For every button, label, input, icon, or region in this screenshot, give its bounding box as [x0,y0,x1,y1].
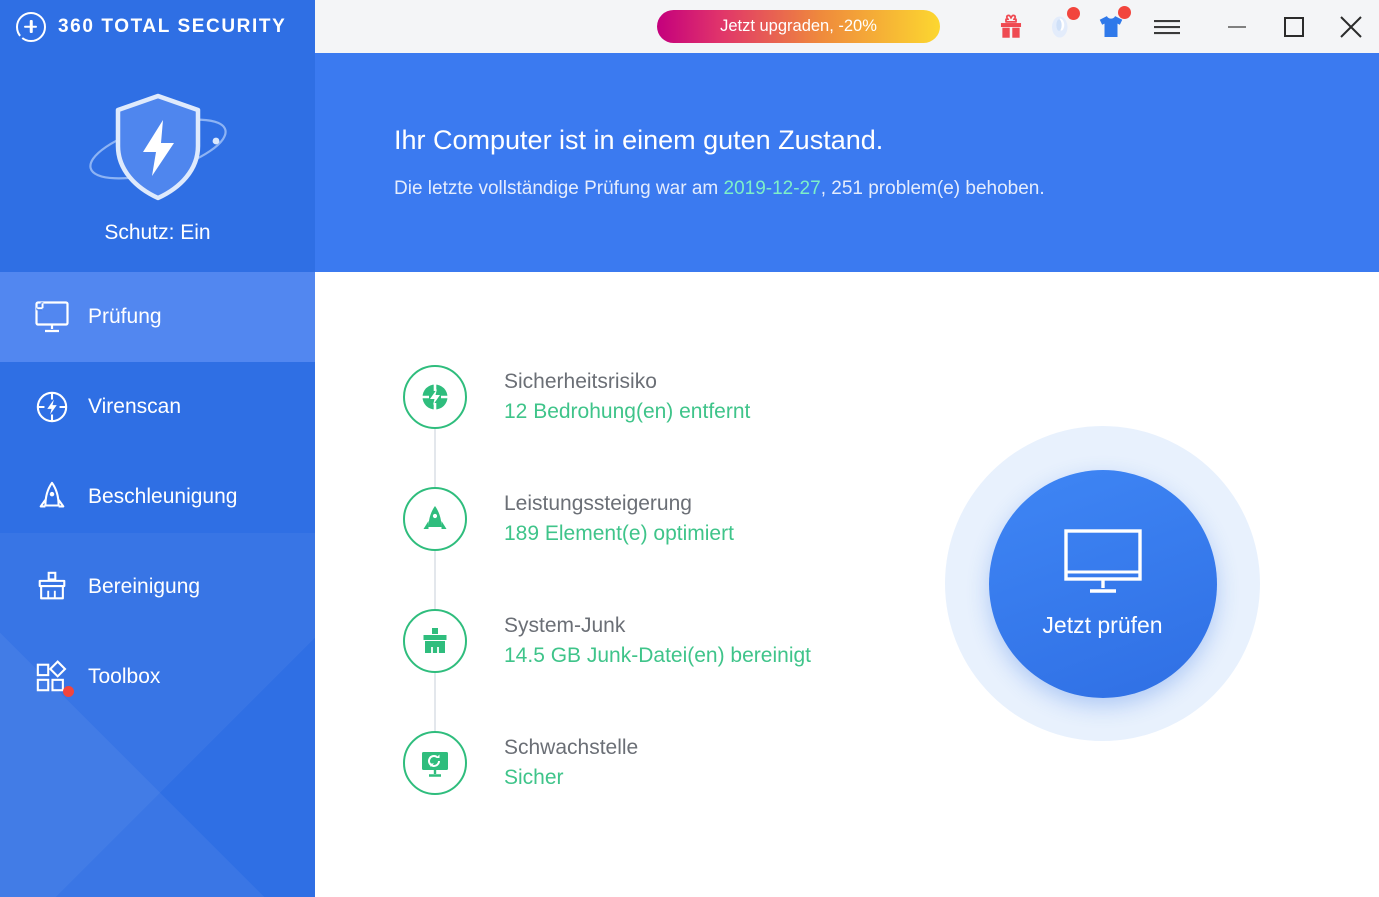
status-icon-circle [403,731,467,795]
sidebar-item-label: Virenscan [88,395,182,418]
status-value: 14.5 GB Junk-Datei(en) bereinigt [504,644,811,667]
banner-sub-before: Die letzte vollständige Prüfung war am [394,178,724,199]
monitor-icon [34,300,74,334]
maximize-button[interactable] [1265,0,1322,53]
rocket-icon [34,480,74,514]
status-text-block: Schwachstelle Sicher [504,731,638,790]
upgrade-button[interactable]: Jetzt upgraden, -20% [657,10,940,43]
sidebar-item-label: Bereinigung [88,575,201,598]
banner-title: Ihr Computer ist in einem guten Zustand. [394,125,884,155]
banner-last-scan-date: 2019-12-27 [723,178,821,199]
sidebar-item-bereinigung[interactable]: Bereinigung [0,542,315,632]
status-title: Leistungssteigerung [504,492,692,515]
status-text-block: System-Junk 14.5 GB Junk-Datei(en) berei… [504,609,811,668]
notification-badge [1118,6,1131,19]
title-bar-right: Jetzt upgraden, -20% [315,0,1379,53]
maximize-icon [1283,16,1304,37]
title-bar: 360 TOTAL SECURITY Jetzt upgraden, -20% [0,0,1379,53]
scan-button-halo: Jetzt prüfen [945,426,1260,741]
status-item-schwachstelle: Schwachstelle Sicher [403,731,811,795]
hamburger-menu-icon[interactable] [1144,0,1190,53]
minimize-button[interactable] [1208,0,1265,53]
broom-icon [34,570,74,604]
brand-logo: 360 TOTAL SECURITY [0,0,315,53]
status-item-sicherheitsrisiko: Sicherheitsrisiko 12 Bedrohung(en) entfe… [403,365,811,487]
status-icon-circle [403,609,467,673]
status-icon-circle [403,365,467,429]
app-window: 360 TOTAL SECURITY Jetzt upgraden, -20% [0,0,1379,897]
speed-gauge-icon[interactable] [1038,0,1084,53]
status-title: Schwachstelle [504,736,639,759]
hamburger-menu-icon-glyph [1154,19,1180,34]
minimize-icon [1227,25,1246,28]
shield-scan-icon [422,384,448,410]
close-icon [1339,15,1362,38]
monitor-refresh-icon [422,752,448,777]
notification-badge [1067,7,1080,20]
sidebar-item-label: Prüfung [88,305,162,328]
shield-lightning-orbit-icon [88,93,227,201]
sidebar-nav: Prüfung Virenscan Beschleunigung Bereini… [0,272,315,722]
status-title: Sicherheitsrisiko [504,370,657,393]
timeline-connector [434,673,436,731]
timeline-connector [434,429,436,487]
protection-status-label: Schutz: Ein [104,221,211,244]
protection-status-block: Schutz: Ein [0,53,315,272]
sidebar-item-label: Beschleunigung [88,485,238,508]
status-value: Sicher [504,766,564,789]
status-value: 189 Element(e) optimiert [504,522,734,545]
gift-icon-glyph [1000,14,1022,38]
broom-icon [423,628,447,653]
status-text-block: Sicherheitsrisiko 12 Bedrohung(en) entfe… [504,365,750,424]
brand-name: 360 TOTAL SECURITY [58,15,287,37]
sidebar-item-virenscan[interactable]: Virenscan [0,362,315,452]
banner-sub-after: , 251 problem(e) behoben. [820,178,1045,199]
status-value: 12 Bedrohung(en) entfernt [504,400,751,423]
gift-icon[interactable] [988,0,1034,53]
360-plus-circle-icon [16,11,46,42]
tshirt-skin-icon[interactable] [1088,0,1134,53]
sidebar-item-label: Toolbox [88,665,161,688]
status-title: System-Junk [504,614,626,637]
banner-subtitle: Die letzte vollständige Prüfung war am 2… [394,178,1379,200]
close-button[interactable] [1322,0,1379,53]
sidebar-item-toolbox[interactable]: Toolbox [0,632,315,722]
status-icon-circle [403,487,467,551]
status-item-leistungssteigerung: Leistungssteigerung 189 Element(e) optim… [403,487,811,609]
status-item-system-junk: System-Junk 14.5 GB Junk-Datei(en) berei… [403,609,811,731]
status-text-block: Leistungssteigerung 189 Element(e) optim… [504,487,734,546]
sidebar-item-beschleunigung[interactable]: Beschleunigung [0,452,315,542]
toolbox-notification-badge [63,686,74,697]
sidebar-item-pruefung[interactable]: Prüfung [0,272,315,362]
main-content: Sicherheitsrisiko 12 Bedrohung(en) entfe… [315,272,1379,897]
scan-target-icon [34,390,74,424]
scan-now-label: Jetzt prüfen [1042,612,1163,638]
status-summary-list: Sicherheitsrisiko 12 Bedrohung(en) entfe… [403,365,811,795]
monitor-icon [1063,529,1142,593]
timeline-connector [434,551,436,609]
sidebar: Schutz: Ein Prüfung Virenscan Beschleuni… [0,53,315,897]
rocket-icon [423,506,447,529]
scan-now-button[interactable]: Jetzt prüfen [988,469,1217,698]
status-banner: Ihr Computer ist in einem guten Zustand.… [315,53,1379,272]
